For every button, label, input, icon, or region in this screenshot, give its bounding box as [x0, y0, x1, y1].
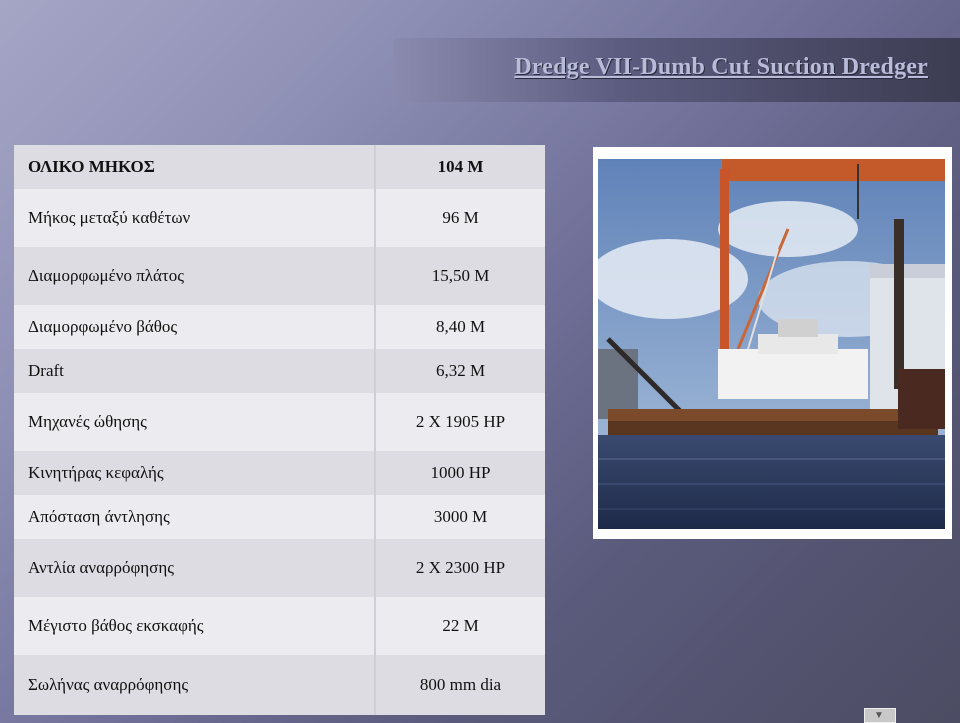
spec-value: 96 M [442, 208, 479, 227]
spec-value: 22 M [442, 616, 479, 635]
spec-label: Draft [14, 349, 376, 393]
table-row: Μήκος μεταξύ καθέτων 96 M [14, 189, 545, 247]
spec-label: Απόσταση άντλησης [14, 495, 376, 539]
spec-value: 2 X 1905 HP [415, 412, 506, 431]
table-row: Draft 6,32 M [14, 349, 545, 393]
slide-title: Dredge VII-Dumb Cut Suction Dredger [514, 54, 928, 80]
table-row: Διαμορφωμένο πλάτος 15,50 M [14, 247, 545, 305]
spec-value: 15,50 M [431, 266, 490, 285]
table-row: Αντλία αναρρόφησης 2 X 2300 HP [14, 539, 545, 597]
spec-value: 1000 HP [430, 463, 491, 482]
next-slide-button[interactable]: ▼ [864, 708, 896, 723]
table-row: Μηχανές ώθησης 2 X 1905 HP [14, 393, 545, 451]
table-row: Διαμορφωμένο βάθος 8,40 M [14, 305, 545, 349]
title-bar: Dredge VII-Dumb Cut Suction Dredger [394, 38, 960, 102]
next-slide-icon: ▼ [874, 710, 884, 721]
spec-value: 6,32 M [435, 361, 486, 380]
spec-table: ΟΛΙΚΟ ΜΗΚΟΣ 104 M Μήκος μεταξύ καθέτων 9… [14, 145, 545, 715]
spec-value: 2 X 2300 HP [415, 558, 506, 577]
spec-label: Σωλήνας αναρρόφησης [14, 655, 376, 715]
dredger-illustration [598, 159, 945, 529]
spec-value: 8,40 M [435, 317, 486, 336]
spec-label: ΟΛΙΚΟ ΜΗΚΟΣ [14, 145, 376, 189]
spec-value: 3000 M [433, 507, 488, 526]
table-row: Μέγιστο βάθος εκσκαφής 22 M [14, 597, 545, 655]
spec-label: Διαμορφωμένο βάθος [14, 305, 376, 349]
spec-label: Διαμορφωμένο πλάτος [14, 247, 376, 305]
spec-label: Αντλία αναρρόφησης [14, 539, 376, 597]
spec-value: 104 M [437, 157, 484, 176]
table-row: Απόσταση άντλησης 3000 M [14, 495, 545, 539]
spec-label: Μηχανές ώθησης [14, 393, 376, 451]
dredger-photo [593, 147, 952, 539]
spec-label: Κινητήρας κεφαλής [14, 451, 376, 495]
table-row: Σωλήνας αναρρόφησης 800 mm dia [14, 655, 545, 715]
spec-value: 800 mm dia [419, 675, 502, 694]
spec-label: Μήκος μεταξύ καθέτων [14, 189, 376, 247]
table-row: ΟΛΙΚΟ ΜΗΚΟΣ 104 M [14, 145, 545, 189]
table-row: Κινητήρας κεφαλής 1000 HP [14, 451, 545, 495]
spec-label: Μέγιστο βάθος εκσκαφής [14, 597, 376, 655]
